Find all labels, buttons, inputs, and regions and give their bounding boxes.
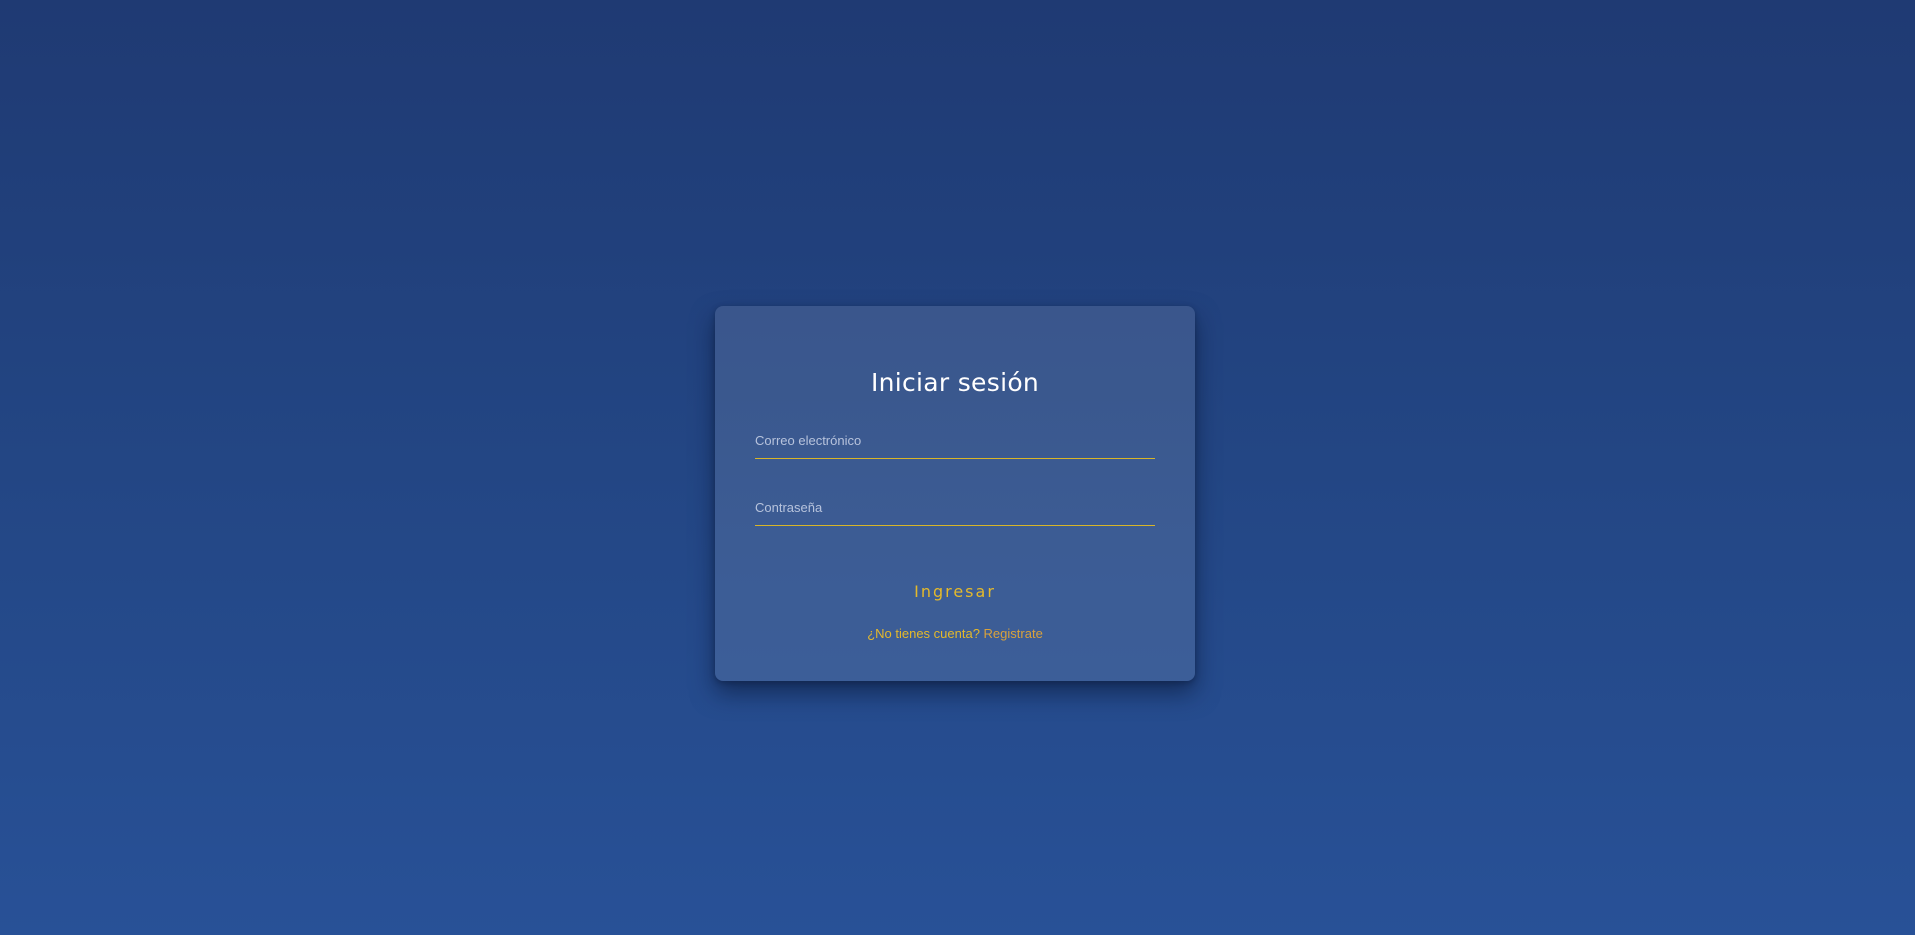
page-title: Iniciar sesión [870, 368, 1040, 397]
register-link[interactable]: Registrate [984, 626, 1043, 641]
register-prompt: ¿No tienes cuenta? Registrate [715, 626, 1195, 641]
password-field[interactable] [755, 495, 1155, 526]
register-prompt-text: ¿No tienes cuenta? [867, 626, 980, 641]
email-field-container [755, 428, 1155, 459]
login-button[interactable]: Ingresar [895, 578, 1015, 605]
login-card: Iniciar sesión Ingresar ¿No tienes cuent… [715, 306, 1195, 681]
password-field-container [755, 495, 1155, 526]
email-field[interactable] [755, 428, 1155, 459]
